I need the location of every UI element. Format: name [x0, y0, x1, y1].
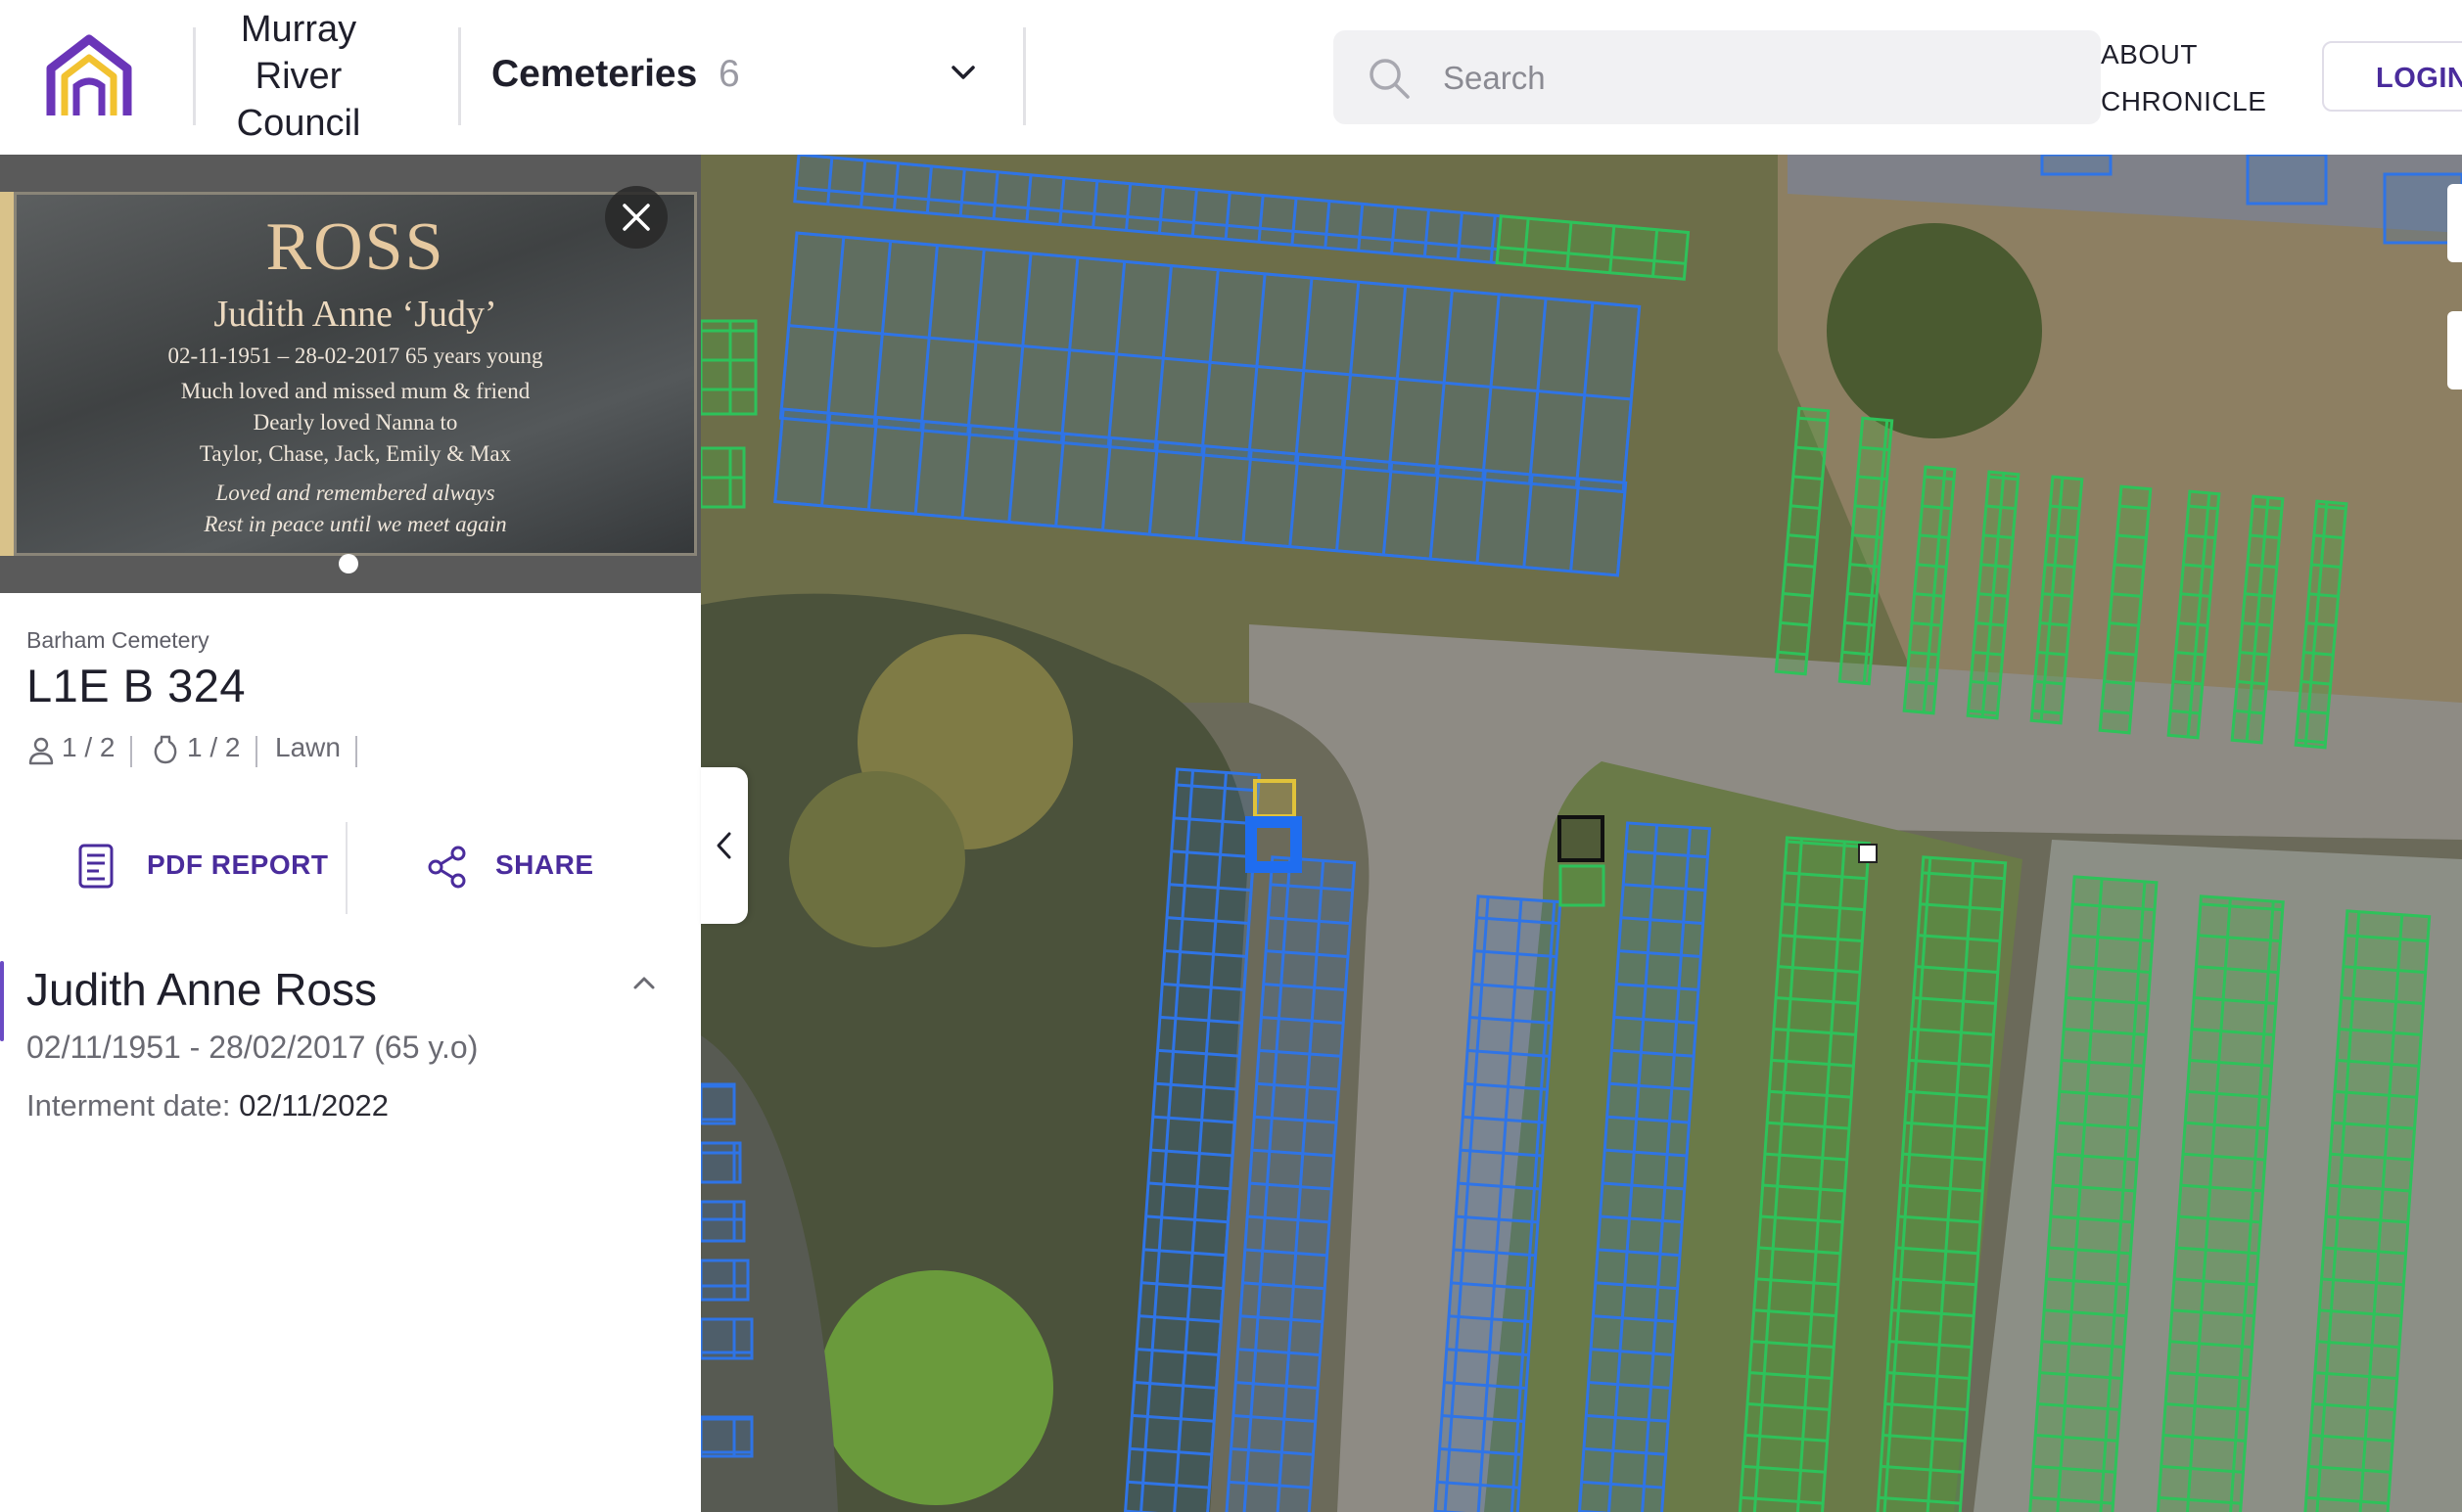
- urn-icon: [154, 735, 177, 764]
- header-divider: [1023, 27, 1026, 125]
- map-control[interactable]: [2447, 311, 2462, 389]
- headstone-photo-carousel[interactable]: ROSS Judith Anne ‘Judy’ 02-11-1951 – 28-…: [0, 155, 701, 593]
- map-canvas[interactable]: [701, 155, 2462, 1512]
- meta-separator: [130, 736, 132, 767]
- cemeteries-dropdown[interactable]: Cemeteries 6: [491, 49, 1000, 108]
- cemeteries-label: Cemeteries: [491, 53, 698, 95]
- plot-block[interactable]: [701, 446, 746, 509]
- interred-person-card: Judith Anne Ross 02/11/1951 - 28/02/2017…: [0, 951, 701, 1206]
- carousel-dot[interactable]: [339, 554, 358, 573]
- plot-block[interactable]: [1558, 864, 1605, 907]
- tree: [818, 1270, 1053, 1505]
- plot-block[interactable]: [701, 319, 758, 416]
- chronicle-logo-icon[interactable]: [43, 31, 135, 123]
- header-divider: [458, 27, 461, 125]
- reserved-plot[interactable]: [1253, 779, 1296, 818]
- plaque-dates: 02-11-1951 – 28-02-2017 65 years young: [167, 344, 543, 368]
- pdf-report-label: PDF REPORT: [147, 849, 329, 880]
- plaque-text: Taylor, Chase, Jack, Emily & Max: [199, 441, 512, 466]
- plot-id: L1E B 324: [26, 660, 247, 711]
- tree: [1827, 223, 2042, 438]
- plaque-text: Dearly loved Nanna to: [253, 410, 458, 435]
- search-icon: [1370, 59, 1410, 99]
- chevron-left-icon: [717, 832, 731, 859]
- plot-highlight[interactable]: [1557, 815, 1604, 862]
- map-control[interactable]: [2447, 184, 2462, 262]
- share-icon: [428, 846, 466, 889]
- plaque-edge: [0, 192, 14, 556]
- plot-actions: PDF REPORT SHARE: [0, 804, 701, 932]
- headstone-plaque-image: ROSS Judith Anne ‘Judy’ 02-11-1951 – 28-…: [14, 192, 697, 556]
- actions-divider: [346, 822, 348, 914]
- urns-count: 1 / 2: [187, 732, 241, 762]
- top-header: Murray River Council Cemeteries 6 ABOUT …: [0, 0, 2462, 155]
- council-name: Murray River Council: [236, 9, 361, 144]
- cemetery-map[interactable]: [701, 155, 2462, 1512]
- person-icon: [28, 737, 54, 765]
- interment-label: Interment date:: [26, 1088, 231, 1123]
- search-box[interactable]: [1333, 30, 2101, 124]
- cemetery-name: Barham Cemetery: [26, 627, 209, 653]
- plot-details-panel: ROSS Judith Anne ‘Judy’ 02-11-1951 – 28-…: [0, 155, 701, 1512]
- share-button[interactable]: SHARE: [427, 804, 623, 932]
- person-name: Judith Anne Ross: [26, 964, 378, 1015]
- plaque-surname: ROSS: [265, 209, 445, 285]
- person-accent-bar: [0, 961, 4, 1041]
- cemeteries-count: 6: [719, 53, 740, 95]
- plot-block[interactable]: [2040, 155, 2113, 176]
- meta-separator: [355, 736, 357, 767]
- share-label: SHARE: [495, 849, 594, 880]
- person-dates: 02/11/1951 - 28/02/2017 (65 y.o): [26, 1030, 479, 1065]
- search-input[interactable]: [1441, 48, 2071, 109]
- persons-count: 1 / 2: [62, 732, 116, 762]
- plaque-text: Loved and remembered always: [215, 481, 495, 505]
- plaque-text: Rest in peace until we meet again: [204, 512, 507, 536]
- map-marker-icon[interactable]: [1858, 844, 1878, 863]
- tree: [789, 771, 965, 947]
- chevron-up-icon[interactable]: [627, 965, 662, 1000]
- close-icon: [623, 204, 650, 231]
- pdf-report-button[interactable]: PDF REPORT: [78, 804, 333, 932]
- plot-block[interactable]: [2246, 155, 2328, 206]
- plaque-text: Much loved and missed mum & friend: [180, 379, 531, 403]
- plot-type: Lawn: [275, 732, 341, 762]
- chevron-down-icon: [952, 66, 975, 79]
- interment-info: Interment date: 02/11/2022: [26, 1088, 389, 1123]
- plaque-given-name: Judith Anne ‘Judy’: [213, 294, 497, 335]
- close-photo-button[interactable]: [605, 186, 668, 249]
- login-button[interactable]: LOGIN: [2322, 41, 2462, 112]
- collapse-panel-button[interactable]: [701, 767, 748, 924]
- interment-date: 02/11/2022: [239, 1088, 389, 1123]
- header-divider: [193, 27, 196, 125]
- document-icon: [78, 844, 114, 889]
- about-chronicle-link[interactable]: ABOUT CHRONICLE: [2101, 31, 2267, 125]
- meta-separator: [255, 736, 257, 767]
